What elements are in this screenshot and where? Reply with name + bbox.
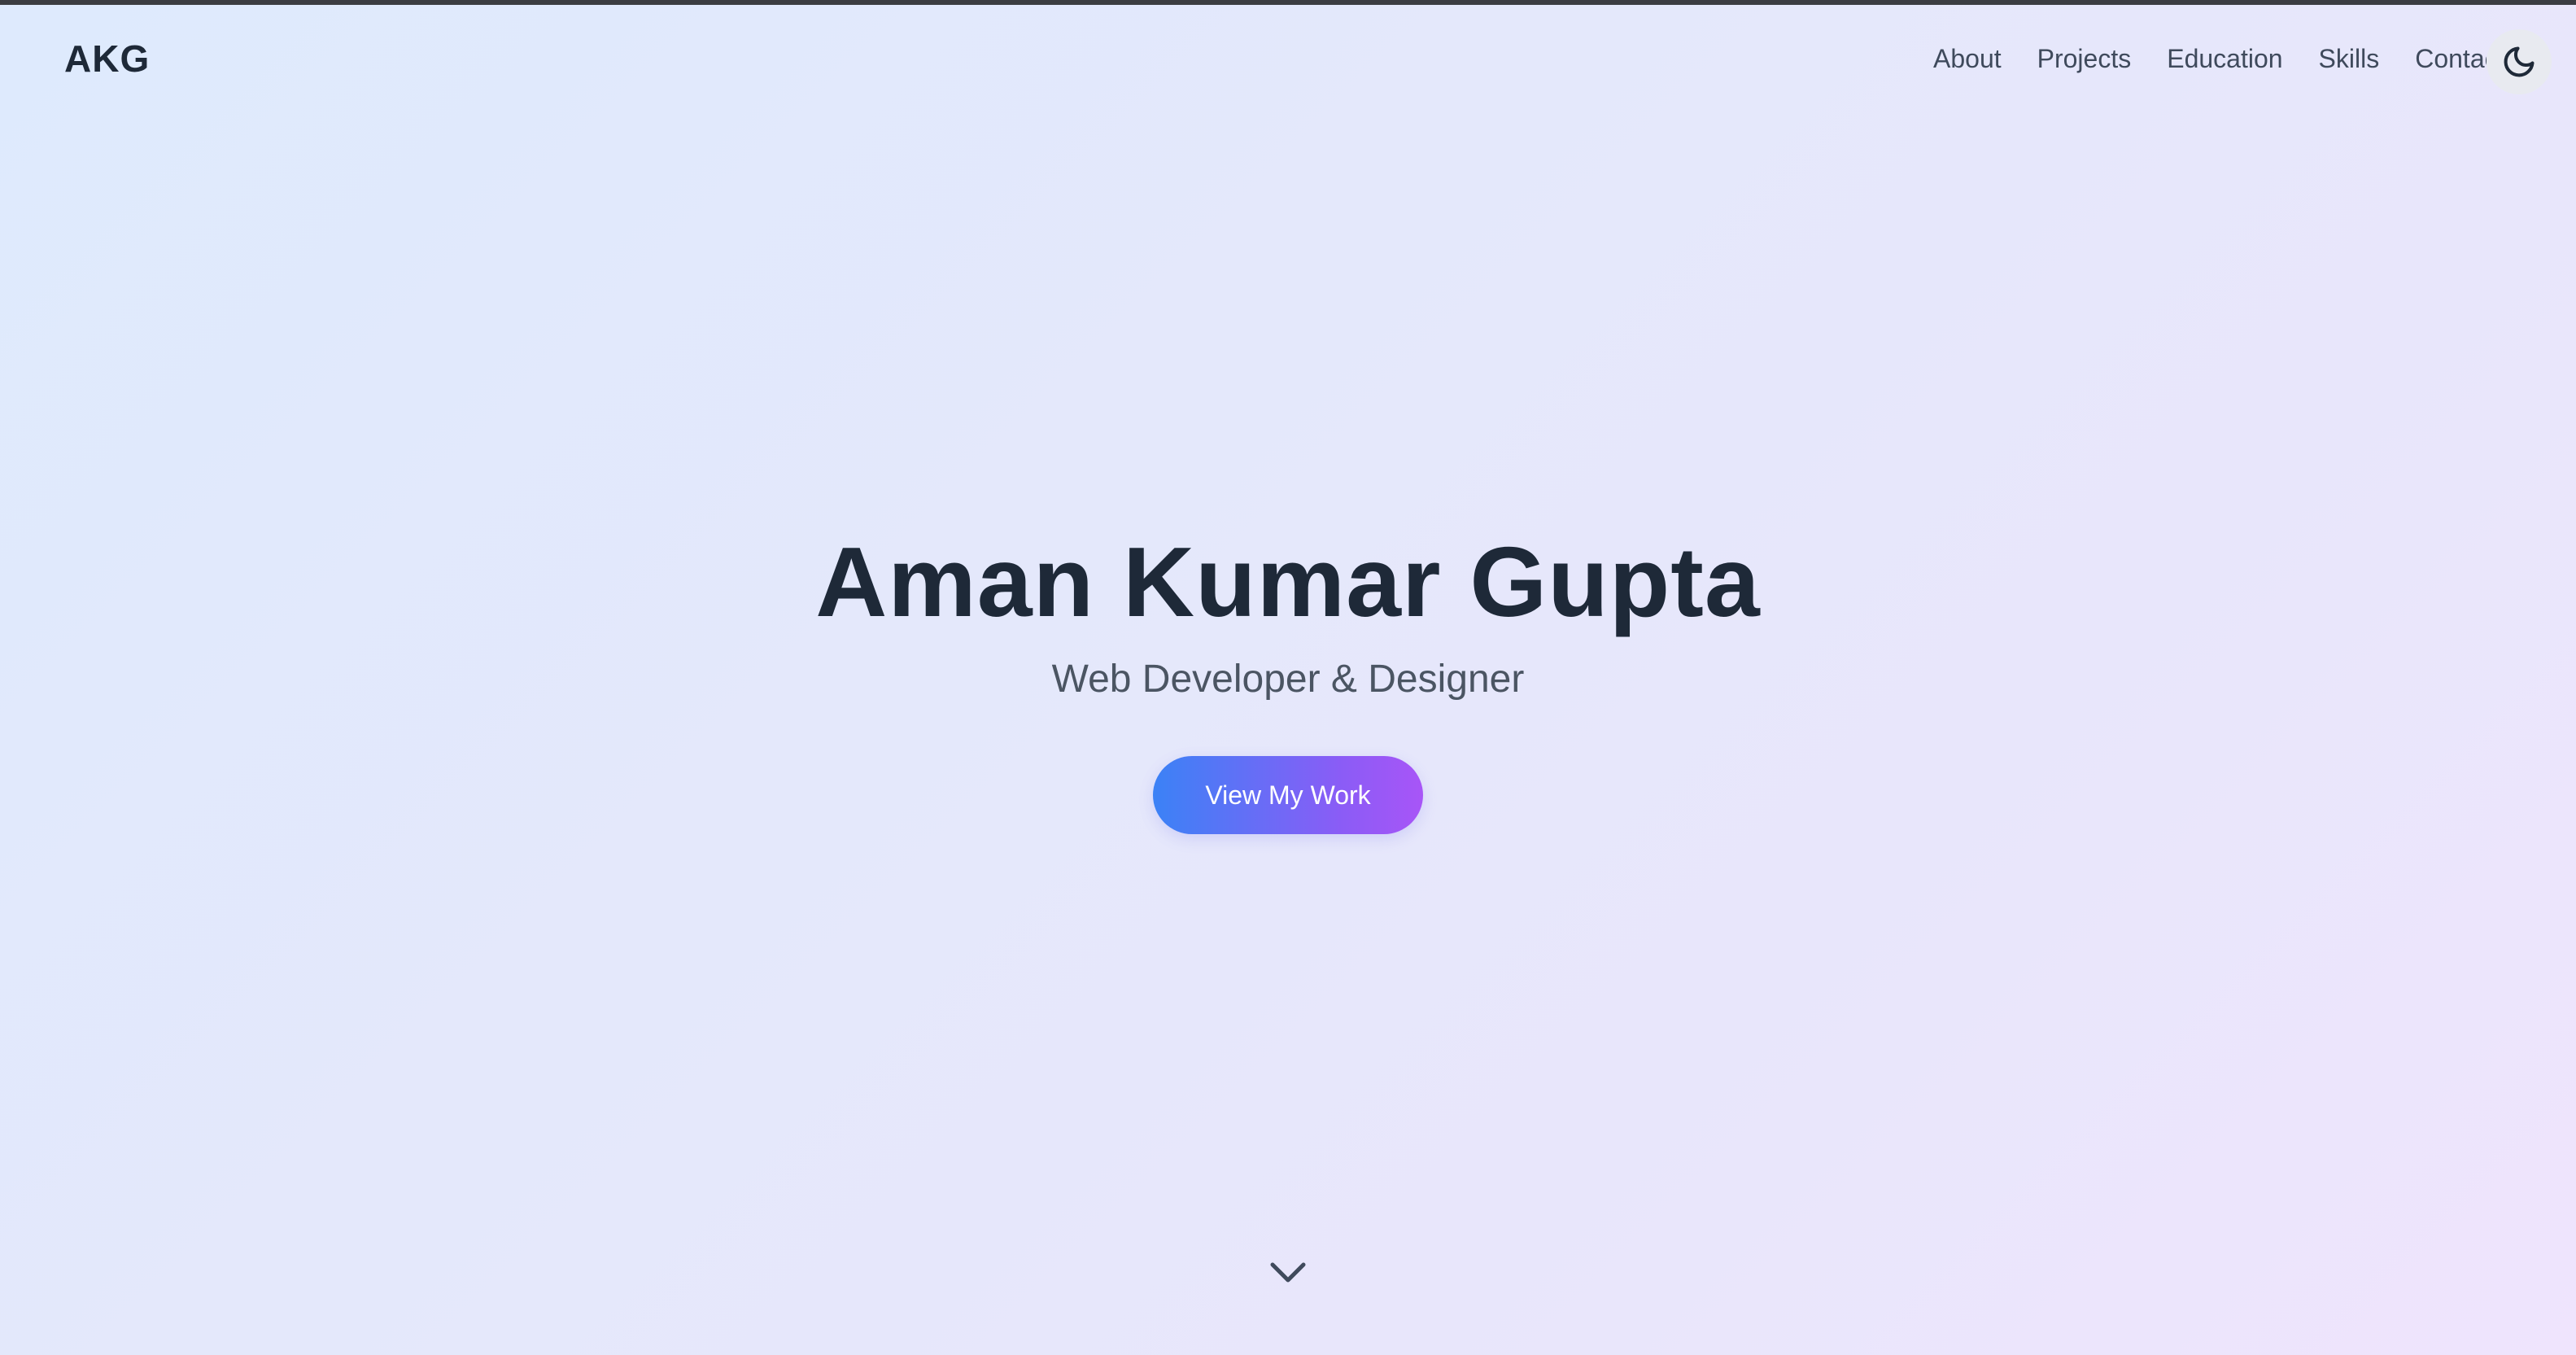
hero-name: Aman Kumar Gupta bbox=[815, 527, 1761, 637]
chevron-down-icon[interactable] bbox=[1268, 1258, 1308, 1286]
top-border-strip bbox=[0, 0, 2576, 5]
nav-link-projects[interactable]: Projects bbox=[2037, 39, 2132, 78]
hero-role: Web Developer & Designer bbox=[1051, 658, 1525, 701]
nav-link-contact[interactable]: Contact bbox=[2415, 39, 2486, 78]
view-my-work-button[interactable]: View My Work bbox=[1153, 756, 1423, 834]
site-logo[interactable]: AKG bbox=[64, 36, 150, 81]
moon-icon bbox=[2504, 46, 2535, 77]
theme-toggle-button[interactable] bbox=[2486, 29, 2552, 94]
nav-link-skills[interactable]: Skills bbox=[2319, 39, 2380, 78]
nav-link-about[interactable]: About bbox=[1933, 39, 2002, 78]
main-nav: About Projects Education Skills Contact bbox=[1933, 39, 2486, 78]
nav-link-education[interactable]: Education bbox=[2167, 39, 2282, 78]
